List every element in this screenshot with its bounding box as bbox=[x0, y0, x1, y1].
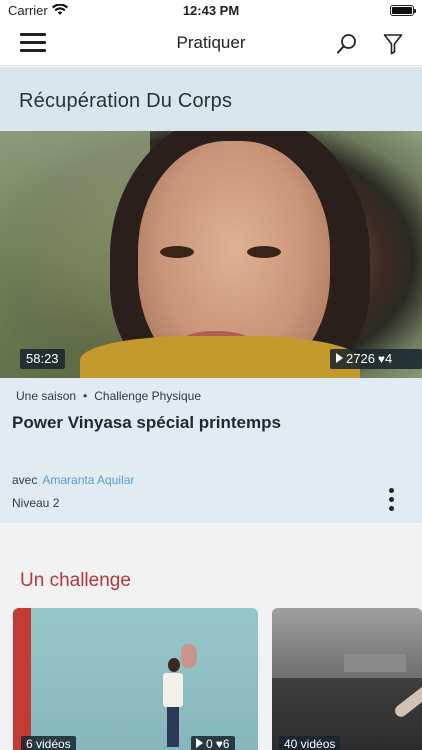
search-icon[interactable] bbox=[336, 33, 358, 55]
clock: 12:43 PM bbox=[182, 3, 240, 18]
filter-icon[interactable] bbox=[383, 33, 403, 55]
nav-bar: Pratiquer bbox=[0, 22, 422, 66]
battery-icon bbox=[390, 5, 416, 16]
challenge-tile[interactable]: 40 vidéos bbox=[272, 608, 422, 750]
level-label: Niveau 2 bbox=[12, 496, 60, 510]
featured-video-card[interactable]: Une saison • Challenge Physique Power Viny… bbox=[0, 378, 422, 523]
view-count: 2726 bbox=[346, 351, 375, 366]
video-count-badge: 6 vidéos bbox=[21, 736, 76, 750]
featured-video-thumbnail[interactable]: 58:23 2726 ♥4 bbox=[0, 131, 422, 378]
video-count-badge: 40 vidéos bbox=[279, 736, 341, 750]
teacher-line: avec Amaranta Aquilar bbox=[12, 473, 134, 487]
heart-icon: ♥ bbox=[377, 352, 386, 366]
view-count: 0 bbox=[206, 737, 213, 750]
stats-badge: 2726 ♥4 bbox=[330, 349, 422, 369]
heart-icon: ♥ bbox=[215, 737, 223, 750]
more-options-icon[interactable] bbox=[386, 488, 396, 514]
duration-badge: 58:23 bbox=[20, 349, 65, 369]
stats-badge: 0 ♥6 bbox=[191, 736, 235, 750]
section-header: Récupération Du Corps bbox=[0, 67, 422, 131]
section-title: Récupération Du Corps bbox=[19, 90, 233, 112]
challenge-tile[interactable]: 6 vidéos 0 ♥6 bbox=[13, 608, 258, 750]
video-title[interactable]: Power Vinyasa spécial printemps bbox=[12, 413, 281, 433]
with-label: avec bbox=[12, 473, 38, 487]
season-label: Une saison bbox=[16, 389, 77, 403]
teacher-link[interactable]: Amaranta Aquilar bbox=[42, 473, 134, 487]
category-label: Challenge Physique bbox=[94, 389, 201, 403]
page-title: Pratiquer bbox=[176, 33, 246, 52]
play-icon bbox=[196, 738, 203, 748]
video-meta: Une saison • Challenge Physique bbox=[16, 389, 201, 403]
challenge-heading: Un challenge bbox=[20, 570, 131, 591]
status-bar: Carrier 12:43 PM bbox=[0, 0, 422, 22]
play-icon bbox=[336, 353, 343, 363]
like-count: 4 bbox=[385, 351, 393, 366]
like-count: 6 bbox=[222, 737, 230, 750]
